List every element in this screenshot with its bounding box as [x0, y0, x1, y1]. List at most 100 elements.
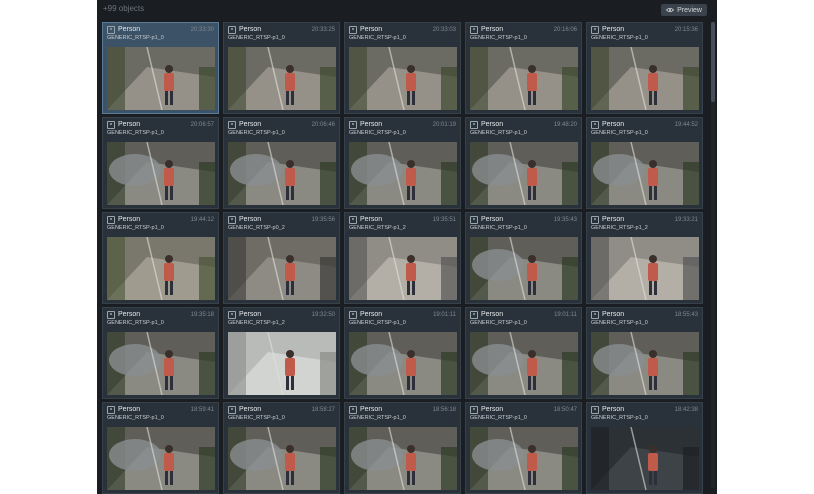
- timestamp: 19:35:43: [553, 216, 577, 223]
- timestamp: 18:55:43: [674, 311, 698, 318]
- detection-card[interactable]: Person 20:33:25 GENERIC_RTSP-p1_0: [223, 22, 340, 114]
- card-header: Person 20:06:46 GENERIC_RTSP-p1_0: [224, 118, 339, 139]
- snapshot-thumbnail[interactable]: [349, 47, 457, 110]
- snapshot-thumbnail[interactable]: [349, 332, 457, 395]
- card-header: Person 20:33:03 GENERIC_RTSP-p1_0: [345, 23, 460, 44]
- card-header: Person 18:50:47 GENERIC_RTSP-p1_0: [466, 403, 581, 424]
- detection-card[interactable]: Person 20:15:36 GENERIC_RTSP-p1_0: [586, 22, 703, 114]
- detection-card[interactable]: Person 20:06:46 GENERIC_RTSP-p1_0: [223, 117, 340, 209]
- preview-button[interactable]: Preview: [661, 4, 707, 16]
- card-header: Person 19:44:12 GENERIC_RTSP-p1_0: [103, 213, 218, 234]
- person-icon: [470, 310, 478, 319]
- detection-card[interactable]: Person 18:59:41 GENERIC_RTSP-p1_0: [102, 402, 219, 494]
- preview-label: Preview: [677, 6, 702, 14]
- detection-card[interactable]: Person 19:44:12 GENERIC_RTSP-p1_0: [102, 212, 219, 304]
- person-icon: [349, 310, 357, 319]
- snapshot-thumbnail[interactable]: [107, 47, 215, 110]
- person-icon: [228, 215, 236, 224]
- detection-card[interactable]: Person 20:06:57 GENERIC_RTSP-p1_0: [102, 117, 219, 209]
- snapshot-thumbnail[interactable]: [591, 332, 699, 395]
- snapshot-thumbnail[interactable]: [228, 237, 336, 300]
- snapshot-thumbnail[interactable]: [470, 47, 578, 110]
- detection-card[interactable]: Person 20:16:06 GENERIC_RTSP-p1_0: [465, 22, 582, 114]
- detection-card[interactable]: Person 20:33:30 GENERIC_RTSP-p1_0: [102, 22, 219, 114]
- detection-card[interactable]: Person 18:55:43 GENERIC_RTSP-p1_0: [586, 307, 703, 399]
- detection-card[interactable]: Person 19:33:21 GENERIC_RTSP-p1_2: [586, 212, 703, 304]
- detection-card[interactable]: Person 19:01:11 GENERIC_RTSP-p1_0: [465, 307, 582, 399]
- camera-name: GENERIC_RTSP-p1_0: [349, 415, 406, 421]
- timestamp: 19:01:11: [433, 311, 456, 318]
- scrollbar-thumb[interactable]: [711, 22, 715, 102]
- object-label: Person: [360, 26, 383, 33]
- snapshot-thumbnail[interactable]: [107, 427, 215, 490]
- object-label: Person: [239, 26, 262, 33]
- card-header: Person 19:44:52 GENERIC_RTSP-p1_0: [587, 118, 702, 139]
- card-header: Person 19:35:51 GENERIC_RTSP-p1_2: [345, 213, 460, 234]
- snapshot-thumbnail[interactable]: [591, 427, 699, 490]
- snapshot-thumbnail[interactable]: [591, 237, 699, 300]
- detection-card[interactable]: Person 18:42:38 GENERIC_RTSP-p1_0: [586, 402, 703, 494]
- detection-card[interactable]: Person 20:01:19 GENERIC_RTSP-p1_0: [344, 117, 461, 209]
- snapshot-thumbnail[interactable]: [470, 237, 578, 300]
- snapshot-thumbnail[interactable]: [349, 142, 457, 205]
- detection-card[interactable]: Person 18:50:47 GENERIC_RTSP-p1_0: [465, 402, 582, 494]
- detection-card[interactable]: Person 19:35:43 GENERIC_RTSP-p1_0: [465, 212, 582, 304]
- snapshot-thumbnail[interactable]: [591, 47, 699, 110]
- detections-panel: +99 objects Preview Person 20:33:30 GENE…: [97, 0, 717, 494]
- scrollbar[interactable]: [711, 22, 715, 488]
- snapshot-thumbnail[interactable]: [107, 237, 215, 300]
- timestamp: 18:50:47: [553, 406, 577, 413]
- detection-card[interactable]: Person 19:48:20 GENERIC_RTSP-p1_0: [465, 117, 582, 209]
- timestamp: 20:33:30: [190, 26, 214, 33]
- snapshot-thumbnail[interactable]: [470, 142, 578, 205]
- snapshot-thumbnail[interactable]: [107, 142, 215, 205]
- object-label: Person: [118, 121, 141, 128]
- detection-card[interactable]: Person 19:32:50 GENERIC_RTSP-p1_2: [223, 307, 340, 399]
- timestamp: 18:56:18: [432, 406, 456, 413]
- detection-card[interactable]: Person 19:35:56 GENERIC_RTSP-p0_2: [223, 212, 340, 304]
- detection-card[interactable]: Person 18:56:18 GENERIC_RTSP-p1_0: [344, 402, 461, 494]
- snapshot-thumbnail[interactable]: [591, 142, 699, 205]
- card-header: Person 20:33:25 GENERIC_RTSP-p1_0: [224, 23, 339, 44]
- snapshot-thumbnail[interactable]: [228, 332, 336, 395]
- timestamp: 19:44:12: [190, 216, 214, 223]
- detection-grid: Person 20:33:30 GENERIC_RTSP-p1_0 Person…: [102, 22, 710, 494]
- timestamp: 18:42:38: [674, 406, 698, 413]
- snapshot-thumbnail[interactable]: [228, 47, 336, 110]
- timestamp: 20:06:46: [311, 121, 335, 128]
- detection-card[interactable]: Person 20:33:03 GENERIC_RTSP-p1_0: [344, 22, 461, 114]
- snapshot-thumbnail[interactable]: [349, 427, 457, 490]
- object-label: Person: [118, 311, 141, 318]
- snapshot-thumbnail[interactable]: [228, 427, 336, 490]
- object-label: Person: [118, 26, 141, 33]
- object-label: Person: [360, 311, 383, 318]
- object-label: Person: [239, 311, 262, 318]
- person-icon: [591, 120, 599, 129]
- card-header: Person 19:01:11 GENERIC_RTSP-p1_0: [345, 308, 460, 329]
- snapshot-thumbnail[interactable]: [349, 237, 457, 300]
- snapshot-thumbnail[interactable]: [470, 332, 578, 395]
- object-label: Person: [481, 311, 504, 318]
- object-label: Person: [239, 121, 262, 128]
- card-header: Person 18:58:27 GENERIC_RTSP-p1_0: [224, 403, 339, 424]
- detection-card[interactable]: Person 19:35:18 GENERIC_RTSP-p1_0: [102, 307, 219, 399]
- detection-card[interactable]: Person 19:01:11 GENERIC_RTSP-p1_0: [344, 307, 461, 399]
- snapshot-thumbnail[interactable]: [107, 332, 215, 395]
- camera-name: GENERIC_RTSP-p1_0: [591, 35, 648, 41]
- camera-name: GENERIC_RTSP-p1_0: [470, 320, 527, 326]
- object-label: Person: [602, 216, 625, 223]
- person-icon: [470, 405, 478, 414]
- detection-card[interactable]: Person 19:44:52 GENERIC_RTSP-p1_0: [586, 117, 703, 209]
- snapshot-thumbnail[interactable]: [470, 427, 578, 490]
- eye-icon: [666, 7, 675, 13]
- person-icon: [591, 310, 599, 319]
- object-label: Person: [602, 121, 625, 128]
- object-label: Person: [360, 216, 383, 223]
- detection-card[interactable]: Person 18:58:27 GENERIC_RTSP-p1_0: [223, 402, 340, 494]
- person-icon: [470, 25, 478, 34]
- card-header: Person 20:16:06 GENERIC_RTSP-p1_0: [466, 23, 581, 44]
- snapshot-thumbnail[interactable]: [228, 142, 336, 205]
- person-icon: [470, 120, 478, 129]
- detection-card[interactable]: Person 19:35:51 GENERIC_RTSP-p1_2: [344, 212, 461, 304]
- camera-name: GENERIC_RTSP-p1_0: [228, 35, 285, 41]
